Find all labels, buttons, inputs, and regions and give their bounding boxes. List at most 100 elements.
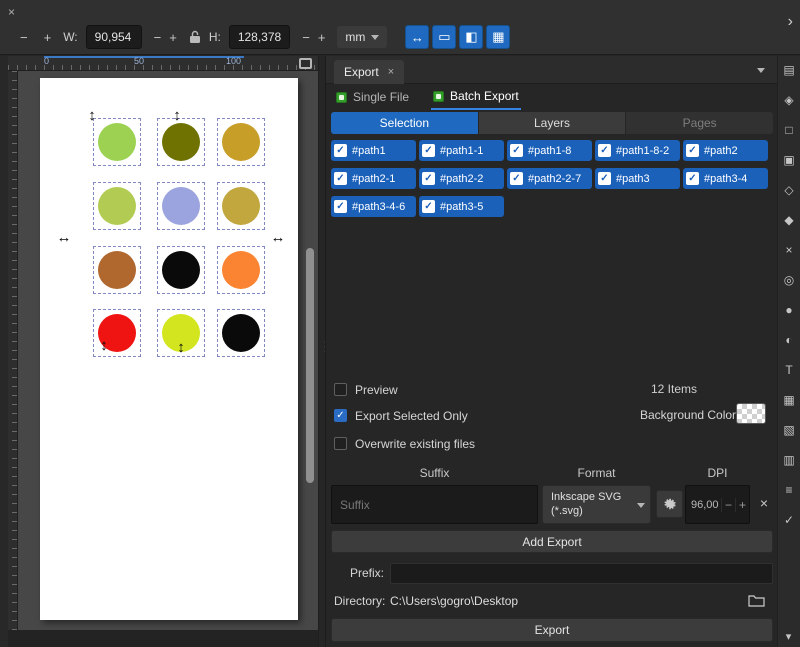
canvas[interactable]: ↕ ↕ ↔ ↔ ↕ ↕: [18, 71, 318, 630]
snap-grid-icon[interactable]: ▦: [783, 394, 794, 407]
remove-export-row-icon[interactable]: ×: [756, 495, 772, 513]
checkbox-checked-icon[interactable]: ✓: [422, 172, 435, 185]
canvas-circle[interactable]: [162, 187, 200, 225]
snap-guides-icon[interactable]: ▧: [783, 424, 794, 437]
checkbox-checked-icon[interactable]: ✓: [598, 172, 611, 185]
snap-page-border-icon[interactable]: ▥: [783, 454, 794, 467]
canvas-circle[interactable]: [222, 187, 260, 225]
path-chip[interactable]: ✓#path3-4: [683, 168, 768, 189]
vertical-scrollbar[interactable]: [306, 248, 314, 483]
dpi-plus-icon[interactable]: +: [735, 498, 749, 512]
toolbar-overflow-icon[interactable]: ›: [788, 13, 793, 31]
browse-folder-button[interactable]: [746, 591, 766, 609]
snap-confirm-icon[interactable]: ✓: [784, 514, 794, 527]
tab-layers[interactable]: Layers: [478, 112, 626, 134]
path-chip[interactable]: ✓#path3: [595, 168, 680, 189]
checkbox-checked-icon[interactable]: ✓: [334, 172, 347, 185]
dialog-menu-chevron-icon[interactable]: [757, 68, 765, 73]
snap-rotation-centers-icon[interactable]: ◐: [785, 334, 792, 347]
tab-selection[interactable]: Selection: [331, 112, 478, 134]
spin-minus-icon[interactable]: −: [16, 30, 32, 45]
overwrite-checkbox[interactable]: [334, 437, 347, 450]
document-page-icon[interactable]: ▤: [783, 64, 794, 77]
checkbox-checked-icon[interactable]: ✓: [334, 144, 347, 157]
snap-cusp-nodes-icon[interactable]: ◆: [784, 214, 793, 227]
spin-plus-icon[interactable]: +: [40, 30, 56, 45]
height-field[interactable]: 128,378: [229, 25, 290, 49]
snap-object-centers-icon[interactable]: ●: [785, 304, 792, 317]
checkbox-checked-icon[interactable]: ✓: [598, 144, 611, 157]
snap-enable-icon[interactable]: ◈: [784, 94, 793, 107]
snap-nodes-icon[interactable]: ◇: [784, 184, 793, 197]
checkbox-checked-icon[interactable]: ✓: [686, 172, 699, 185]
rail-collapse-chevron-icon[interactable]: ▾: [777, 630, 800, 643]
path-chip[interactable]: ✓#path2: [683, 140, 768, 161]
canvas-circle[interactable]: [222, 251, 260, 289]
checkbox-checked-icon[interactable]: ✓: [422, 144, 435, 157]
height-plus-icon[interactable]: +: [314, 30, 330, 45]
path-chip[interactable]: ✓#path2-1: [331, 168, 416, 189]
checkbox-checked-icon[interactable]: ✓: [334, 200, 347, 213]
dpi-minus-icon[interactable]: −: [721, 498, 735, 512]
canvas-circle[interactable]: [98, 187, 136, 225]
selection-handle-vertical-icon[interactable]: ↕: [96, 337, 112, 355]
display-icon[interactable]: [299, 58, 312, 69]
tab-batch-export[interactable]: Batch Export: [431, 84, 521, 110]
scale-stroke-width-button[interactable]: ↔: [405, 25, 429, 49]
path-chip[interactable]: ✓#path2-2-7: [507, 168, 592, 189]
path-chip[interactable]: ✓#path3-5: [419, 196, 504, 217]
canvas-circle[interactable]: [162, 251, 200, 289]
snap-bounding-box-icon[interactable]: □: [785, 124, 792, 137]
scale-rect-corners-button[interactable]: ▭: [432, 25, 456, 49]
snap-intersections-icon[interactable]: ×: [785, 244, 792, 257]
unit-dropdown[interactable]: mm: [337, 26, 387, 48]
preview-checkbox[interactable]: [334, 383, 347, 396]
transform-gradients-button[interactable]: ◧: [459, 25, 483, 49]
path-chip[interactable]: ✓#path1-8: [507, 140, 592, 161]
path-chip[interactable]: ✓#path3-4-6: [331, 196, 416, 217]
close-tab-icon[interactable]: ×: [388, 66, 394, 78]
canvas-circle[interactable]: [98, 123, 136, 161]
export-selected-checkbox[interactable]: ✓: [334, 409, 347, 422]
vertical-ruler[interactable]: [8, 71, 18, 630]
path-chip[interactable]: ✓#path1-8-2: [595, 140, 680, 161]
canvas-circle[interactable]: [222, 314, 260, 352]
selection-handle-horizontal-icon[interactable]: ↔: [270, 229, 286, 247]
selection-handle-horizontal-icon[interactable]: ↔: [56, 229, 72, 247]
path-chip[interactable]: ✓#path1-1: [419, 140, 504, 161]
snap-text-baselines-icon[interactable]: T: [785, 364, 792, 377]
background-color-swatch[interactable]: [736, 403, 766, 424]
checkbox-checked-icon[interactable]: ✓: [686, 144, 699, 157]
width-plus-icon[interactable]: +: [165, 30, 181, 45]
export-dialog-tab[interactable]: Export ×: [334, 60, 404, 84]
checkbox-checked-icon[interactable]: ✓: [510, 144, 523, 157]
suffix-input[interactable]: [331, 485, 538, 524]
height-minus-icon[interactable]: −: [298, 30, 314, 45]
dpi-spinner[interactable]: 96,00 − +: [685, 485, 750, 524]
transform-patterns-button[interactable]: ▦: [486, 25, 510, 49]
snap-bbox-corners-icon[interactable]: ▣: [783, 154, 794, 167]
path-chip[interactable]: ✓#path2-2: [419, 168, 504, 189]
path-chip[interactable]: ✓#path1: [331, 140, 416, 161]
width-minus-icon[interactable]: −: [150, 30, 166, 45]
export-button[interactable]: Export: [331, 618, 773, 642]
selection-handle-vertical-icon[interactable]: ↕: [84, 107, 100, 125]
checkbox-checked-icon[interactable]: ✓: [510, 172, 523, 185]
format-settings-button[interactable]: [656, 490, 683, 518]
prefix-input[interactable]: [390, 563, 773, 584]
close-icon[interactable]: ×: [8, 5, 15, 19]
canvas-circle[interactable]: [222, 123, 260, 161]
tab-pages[interactable]: Pages: [625, 112, 773, 134]
lock-icon[interactable]: [189, 30, 201, 44]
horizontal-ruler[interactable]: 0 50 100: [8, 56, 318, 71]
add-export-button[interactable]: Add Export: [331, 530, 773, 553]
selection-handle-vertical-icon[interactable]: ↕: [169, 107, 185, 125]
snap-midpoints-icon[interactable]: ◎: [784, 274, 794, 287]
width-field[interactable]: 90,954: [86, 25, 142, 49]
tab-single-file[interactable]: Single File: [334, 84, 411, 110]
canvas-circle[interactable]: [98, 251, 136, 289]
format-dropdown[interactable]: Inkscape SVG (*.svg): [542, 485, 651, 524]
canvas-circle[interactable]: [162, 123, 200, 161]
checkbox-checked-icon[interactable]: ✓: [422, 200, 435, 213]
selection-handle-vertical-icon[interactable]: ↕: [173, 339, 189, 357]
